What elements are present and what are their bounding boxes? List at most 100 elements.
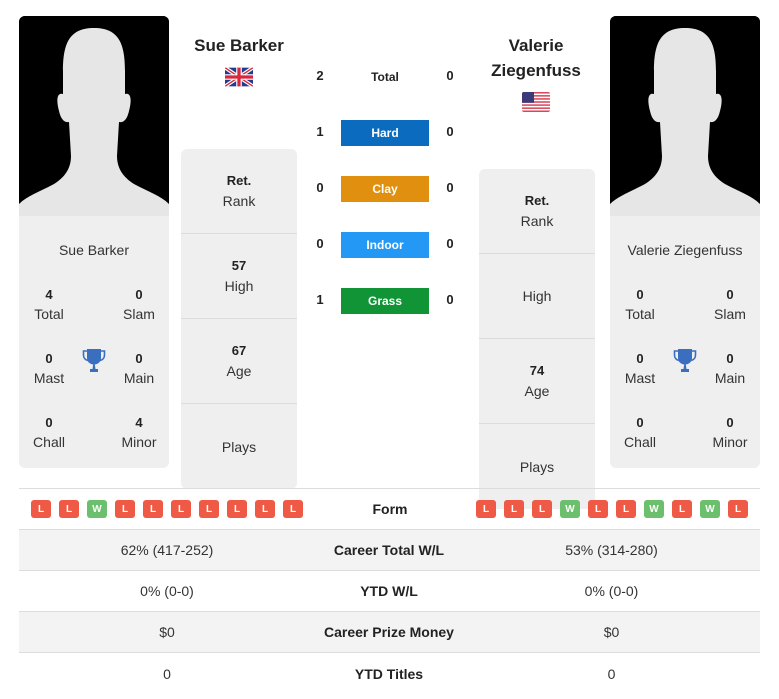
player1-form-badge-loss[interactable]: L [143, 500, 163, 518]
player2-form-badge-loss[interactable]: L [728, 500, 748, 518]
career-prize-money-row: $0 Career Prize Money $0 [19, 612, 760, 653]
player1-ytd-wl: 0% (0-0) [140, 583, 194, 599]
titles-main-value: 0 [726, 351, 734, 366]
titles-slam-value: 0 [726, 287, 734, 302]
player1-form-badge-loss[interactable]: L [227, 500, 247, 518]
titles-main-label: Main [714, 370, 746, 386]
player2-form-badge-loss[interactable]: L [476, 500, 496, 518]
uk-flag-icon [225, 67, 253, 87]
player1-card: Sue Barker 4 Total 0 Slam 0 Mast 0 Main … [19, 16, 169, 468]
player1-form-badge-loss[interactable]: L [283, 500, 303, 518]
ytd-wl-row: 0% (0-0) YTD W/L 0% (0-0) [19, 571, 760, 612]
rank-label: Rank [520, 213, 554, 229]
player2-card: Valerie Ziegenfuss 0 Total 0 Slam 0 Mast… [610, 16, 760, 468]
h2h-hard-row: 1 Hard 0 [300, 120, 470, 146]
high-label: High [224, 278, 254, 294]
h2h-p2-value: 0 [446, 68, 454, 83]
plays-label: Plays [221, 438, 257, 455]
player1-career-total-wl: 62% (417-252) [120, 542, 214, 558]
player1-form-badge-loss[interactable]: L [115, 500, 135, 518]
titles-total-value: 4 [45, 287, 53, 302]
player1-card-name[interactable]: Sue Barker [19, 242, 169, 258]
titles-main-label: Main [123, 370, 155, 386]
h2h-clay-row: 0 Clay 0 [300, 176, 470, 202]
player1-titles-total: 4 Total [19, 286, 79, 324]
high-value: 57 [231, 258, 247, 273]
player2-titles-slam: 0 Slam [700, 286, 760, 324]
player1-ytd-titles: 0 [163, 665, 171, 682]
player1-titles-chall: 0 Chall [19, 414, 79, 452]
player1-rank: Ret. Rank [181, 149, 297, 234]
player2-plays: Plays [479, 424, 595, 509]
form-label: Form [372, 501, 408, 517]
titles-mast-label: Mast [624, 370, 656, 386]
player2-form-badge-win[interactable]: W [700, 500, 720, 518]
titles-mast-value: 0 [45, 351, 53, 366]
player1-photo[interactable] [19, 16, 169, 216]
us-flag-icon [522, 92, 550, 112]
surface-indoor-badge[interactable]: Indoor [341, 232, 429, 258]
player1-form-badge-win[interactable]: W [87, 500, 107, 518]
trophy-icon [673, 349, 697, 372]
player2-photo[interactable] [610, 16, 760, 216]
player2-form-badge-loss[interactable]: L [504, 500, 524, 518]
surface-grass-badge[interactable]: Grass [341, 288, 429, 314]
h2h-p1-value: 1 [316, 124, 324, 139]
player2-titles-mast: 0 Mast [610, 350, 670, 388]
career-prize-money-label: Career Prize Money [324, 624, 454, 640]
player2-form-badge-win[interactable]: W [560, 500, 580, 518]
player1-titles-main: 0 Main [109, 350, 169, 388]
player2-titles-chall: 0 Chall [610, 414, 670, 452]
titles-chall-label: Chall [33, 434, 65, 450]
h2h-p2-value: 0 [446, 180, 454, 195]
ytd-titles-row: 0 YTD Titles 0 [19, 653, 760, 694]
form-top-divider [19, 488, 760, 489]
player1-form-badge-loss[interactable]: L [199, 500, 219, 518]
player2-age: 74 Age [479, 339, 595, 424]
player2-titles-minor: 0 Minor [700, 414, 760, 452]
player1-form-badge-loss[interactable]: L [59, 500, 79, 518]
surface-clay-badge[interactable]: Clay [341, 176, 429, 202]
avatar-silhouette-icon [19, 16, 169, 216]
player2-name-line2: Ziegenfuss [491, 61, 581, 80]
age-value: 74 [529, 363, 545, 378]
age-label: Age [226, 363, 252, 379]
rank-value: Ret. [524, 193, 550, 208]
titles-main-value: 0 [135, 351, 143, 366]
player2-form-badge-loss[interactable]: L [672, 500, 692, 518]
ytd-titles-label: YTD Titles [354, 665, 424, 682]
player1-name[interactable]: Sue Barker [181, 33, 297, 58]
player2-career-total-wl: 53% (314-280) [565, 542, 658, 558]
player2-form-badge-loss[interactable]: L [532, 500, 552, 518]
h2h-p2-value: 0 [446, 124, 454, 139]
player1-info-panel: Ret. Rank 57 High 67 Age Plays [181, 149, 297, 489]
player1-high: 57 High [181, 234, 297, 319]
titles-total-value: 0 [636, 287, 644, 302]
titles-minor-value: 4 [135, 415, 143, 430]
player2-form-badge-win[interactable]: W [644, 500, 664, 518]
player2-form-badge-loss[interactable]: L [616, 500, 636, 518]
titles-total-label: Total [34, 306, 64, 322]
titles-slam-value: 0 [135, 287, 143, 302]
surface-hard-badge[interactable]: Hard [341, 120, 429, 146]
titles-chall-value: 0 [45, 415, 53, 430]
high-label: High [522, 288, 552, 304]
player1-plays: Plays [181, 404, 297, 489]
player1-form-badge-loss[interactable]: L [255, 500, 275, 518]
ytd-wl-label: YTD W/L [360, 583, 418, 599]
player2-form-badge-loss[interactable]: L [588, 500, 608, 518]
player1-titles-slam: 0 Slam [109, 286, 169, 324]
player2-ytd-wl: 0% (0-0) [584, 583, 639, 599]
player1-age: 67 Age [181, 319, 297, 404]
player2-name[interactable]: Valerie Ziegenfuss [478, 33, 594, 83]
player1-titles-mast: 0 Mast [19, 350, 79, 388]
plays-label: Plays [519, 458, 555, 475]
titles-slam-label: Slam [123, 306, 155, 322]
player2-info-panel: Ret. Rank High 74 Age Plays [479, 169, 595, 509]
titles-minor-label: Minor [121, 434, 157, 450]
player2-card-name[interactable]: Valerie Ziegenfuss [610, 242, 760, 258]
player1-form-badge-loss[interactable]: L [31, 500, 51, 518]
age-value: 67 [231, 343, 247, 358]
rank-label: Rank [222, 193, 256, 209]
player1-form-badge-loss[interactable]: L [171, 500, 191, 518]
